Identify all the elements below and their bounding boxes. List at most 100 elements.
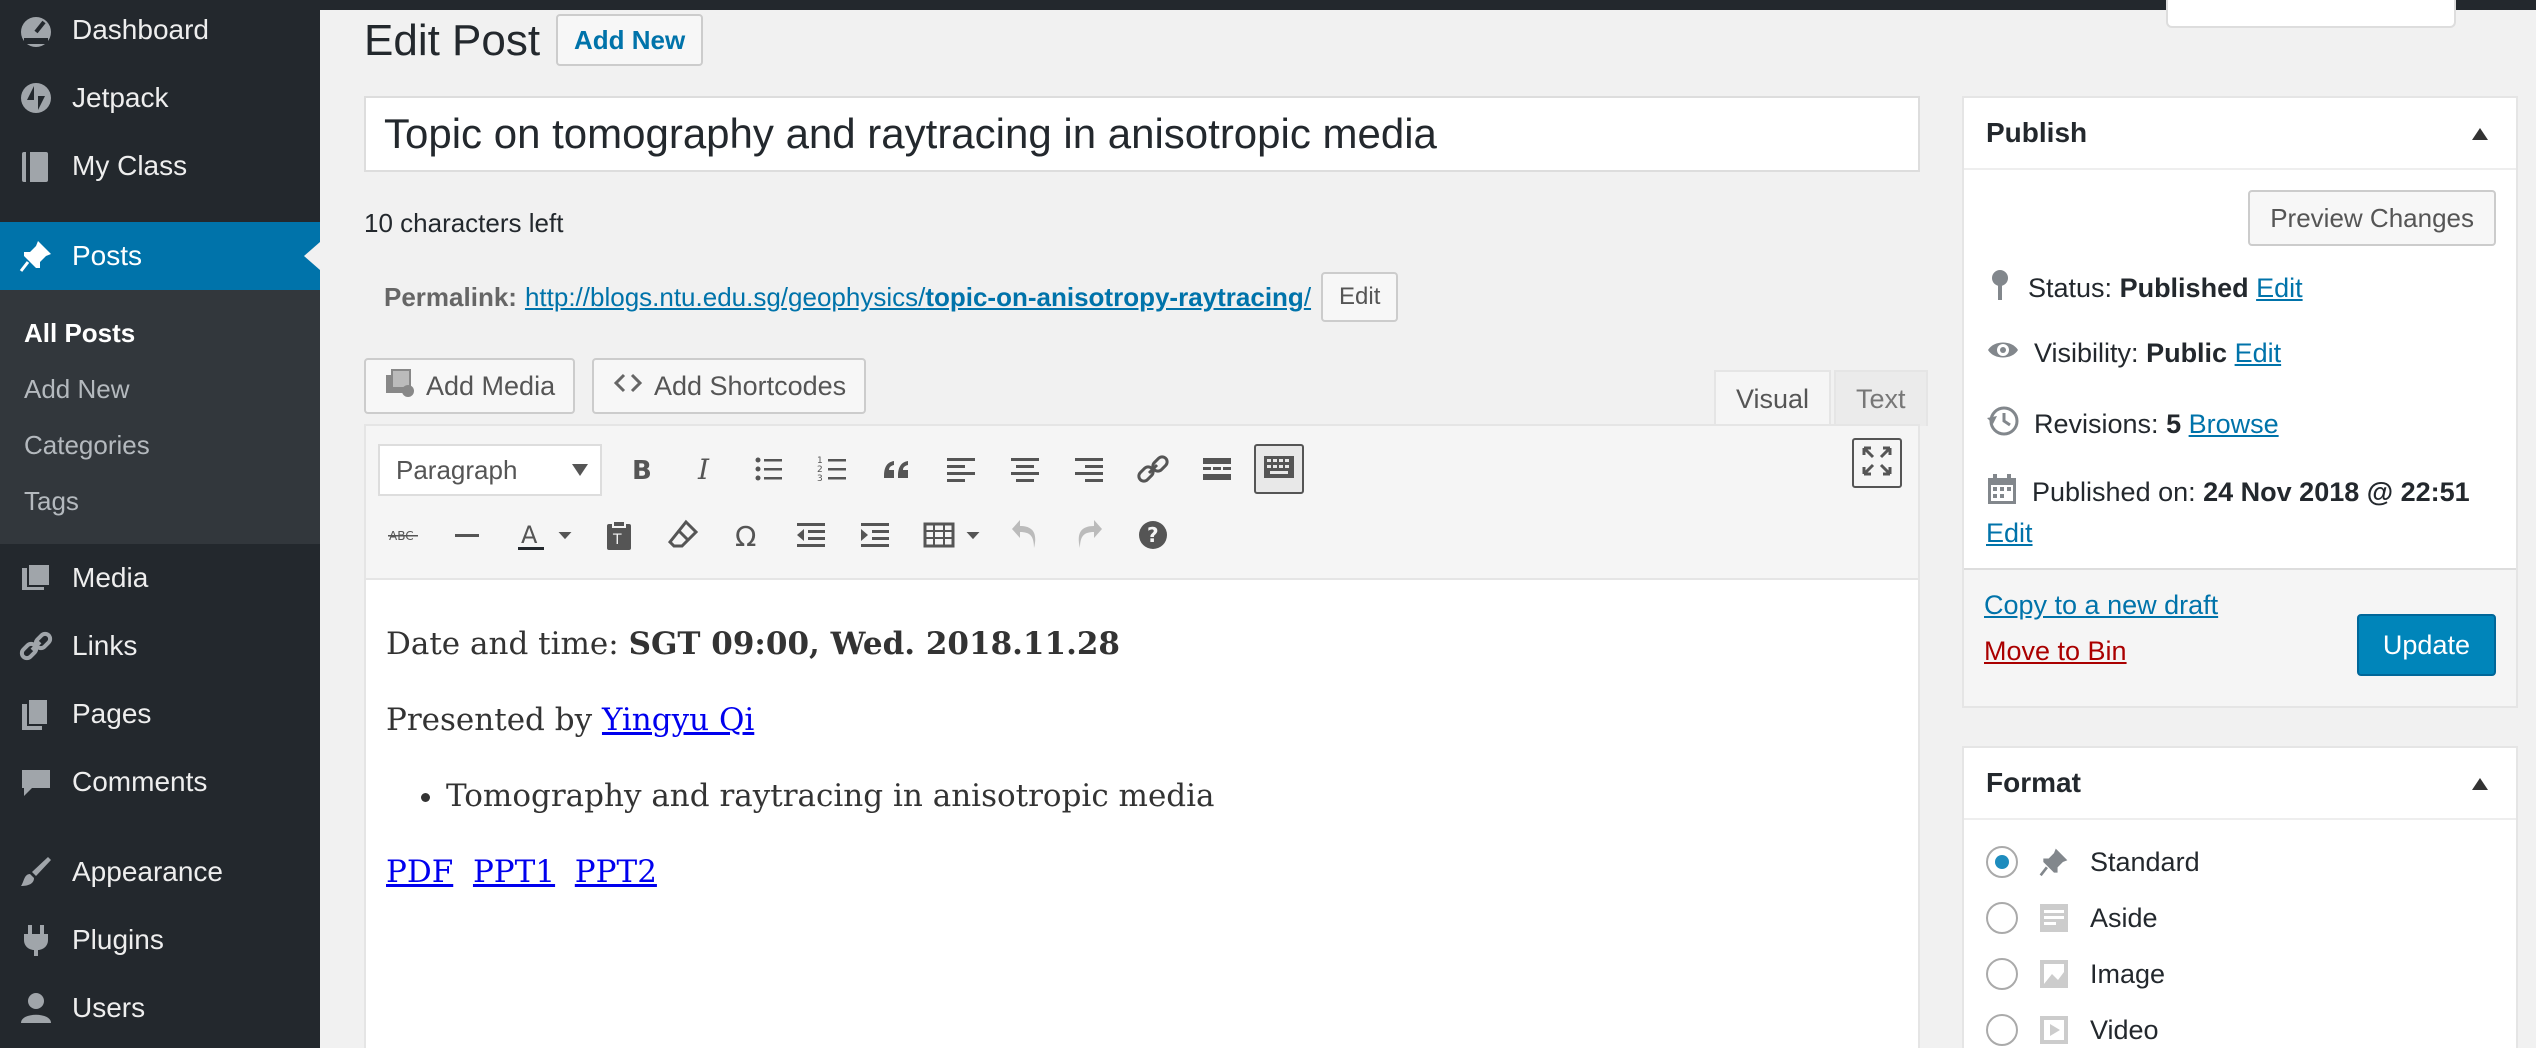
submenu-tags[interactable]: Tags bbox=[24, 486, 79, 517]
format-option-image[interactable]: Image bbox=[1986, 956, 2165, 992]
special-character-button[interactable]: Ω bbox=[722, 512, 772, 562]
tab-visual[interactable]: Visual bbox=[1714, 370, 1832, 426]
visibility-edit-link[interactable]: Edit bbox=[2235, 338, 2282, 368]
svg-text:I: I bbox=[697, 453, 710, 486]
format-option-video[interactable]: Video bbox=[1986, 1012, 2159, 1048]
menu-label: Comments bbox=[72, 766, 208, 797]
submenu-all-posts[interactable]: All Posts bbox=[24, 318, 135, 349]
move-to-bin-link[interactable]: Move to Bin bbox=[1984, 636, 2127, 667]
redo-button[interactable] bbox=[1064, 512, 1114, 562]
menu-posts[interactable]: Posts bbox=[0, 222, 320, 290]
svg-text:A: A bbox=[521, 521, 538, 549]
svg-text:T: T bbox=[612, 532, 622, 548]
copy-to-draft-link[interactable]: Copy to a new draft bbox=[1984, 590, 2218, 621]
menu-links[interactable]: Links bbox=[0, 612, 320, 680]
menu-dashboard[interactable]: Dashboard bbox=[0, 0, 320, 64]
menu-label: My Class bbox=[72, 150, 188, 181]
media-icon bbox=[16, 558, 56, 598]
post-title-input[interactable]: Topic on tomography and raytracing in an… bbox=[364, 96, 1920, 172]
add-shortcodes-button[interactable]: Add Shortcodes bbox=[592, 358, 867, 414]
add-new-post-button[interactable]: Add New bbox=[556, 14, 704, 66]
menu-media[interactable]: Media bbox=[0, 544, 320, 612]
ppt1-link[interactable]: PPT1 bbox=[473, 854, 555, 890]
table-dropdown[interactable] bbox=[958, 512, 988, 562]
content-presenter-paragraph: Presented by Yingyu Qi bbox=[386, 702, 1215, 738]
text-color-dropdown[interactable] bbox=[550, 512, 580, 562]
text-color-button[interactable]: A bbox=[506, 512, 556, 562]
ppt2-link[interactable]: PPT2 bbox=[575, 854, 657, 890]
strikethrough-button[interactable]: ABC bbox=[378, 512, 428, 562]
published-on-edit-link[interactable]: Edit bbox=[1986, 518, 2033, 549]
add-media-label: Add Media bbox=[426, 370, 556, 401]
italic-button[interactable]: I bbox=[680, 446, 730, 496]
format-panel: Format Standard Aside Image Video bbox=[1962, 746, 2518, 1048]
format-option-aside[interactable]: Aside bbox=[1986, 900, 2158, 936]
clipboard-icon: T bbox=[602, 518, 636, 557]
menu-jetpack[interactable]: Jetpack bbox=[0, 64, 320, 132]
numbered-list-button[interactable]: 123 bbox=[808, 446, 858, 496]
presenter-link[interactable]: Yingyu Qi bbox=[602, 702, 754, 738]
bullet-list-button[interactable] bbox=[744, 446, 794, 496]
format-panel-header[interactable]: Format bbox=[1964, 748, 2516, 820]
date-value: SGT 09:00, Wed. 2018.11.28 bbox=[628, 626, 1121, 662]
visibility-row: Visibility: Public Edit bbox=[1986, 336, 2281, 371]
collapse-arrow-icon[interactable] bbox=[2472, 128, 2488, 140]
undo-button[interactable] bbox=[1000, 512, 1050, 562]
align-center-button[interactable] bbox=[1000, 446, 1050, 496]
pdf-link[interactable]: PDF bbox=[386, 854, 453, 890]
fullscreen-button[interactable] bbox=[1852, 438, 1902, 488]
permalink-edit-button[interactable]: Edit bbox=[1321, 272, 1399, 322]
table-button[interactable] bbox=[914, 512, 964, 562]
status-edit-link[interactable]: Edit bbox=[2256, 273, 2303, 303]
calendar-icon bbox=[1986, 472, 2018, 513]
menu-my-class[interactable]: My Class bbox=[0, 132, 320, 200]
publish-panel-header[interactable]: Publish bbox=[1964, 98, 2516, 170]
toolbar-toggle-button[interactable] bbox=[1254, 444, 1304, 494]
menu-appearance[interactable]: Appearance bbox=[0, 838, 320, 906]
menu-plugins[interactable]: Plugins bbox=[0, 906, 320, 974]
format-select[interactable]: Paragraph bbox=[378, 444, 602, 496]
status-row: Status: Published Edit bbox=[1986, 268, 2303, 309]
horizontal-line-button[interactable] bbox=[442, 512, 492, 562]
help-button[interactable]: ? bbox=[1128, 512, 1178, 562]
revisions-value: 5 bbox=[2166, 409, 2182, 439]
align-left-button[interactable] bbox=[936, 446, 986, 496]
plugin-icon bbox=[16, 920, 56, 960]
format-option-label: Aside bbox=[2090, 902, 2158, 933]
tab-text[interactable]: Text bbox=[1834, 370, 1928, 426]
radio-aside[interactable] bbox=[1986, 902, 2018, 934]
paste-as-text-button[interactable]: T bbox=[594, 512, 644, 562]
bold-button[interactable]: B bbox=[616, 446, 666, 496]
add-media-button[interactable]: Add Media bbox=[364, 358, 576, 414]
update-button[interactable]: Update bbox=[2356, 614, 2496, 676]
revisions-browse-link[interactable]: Browse bbox=[2189, 409, 2279, 439]
outdent-button[interactable] bbox=[786, 512, 836, 562]
italic-icon: I bbox=[688, 452, 722, 491]
menu-pages[interactable]: Pages bbox=[0, 680, 320, 748]
screen-options-tab[interactable] bbox=[2166, 0, 2456, 28]
read-more-button[interactable] bbox=[1192, 446, 1242, 496]
align-right-button[interactable] bbox=[1064, 446, 1114, 496]
format-option-standard[interactable]: Standard bbox=[1986, 844, 2200, 880]
blockquote-button[interactable] bbox=[872, 446, 922, 496]
preview-changes-button[interactable]: Preview Changes bbox=[2248, 190, 2496, 246]
insert-link-button[interactable] bbox=[1128, 446, 1178, 496]
submenu-add-new[interactable]: Add New bbox=[24, 374, 130, 405]
radio-image[interactable] bbox=[1986, 958, 2018, 990]
radio-video[interactable] bbox=[1986, 1014, 2018, 1046]
radio-standard[interactable] bbox=[1986, 846, 2018, 878]
format-panel-title: Format bbox=[1986, 767, 2081, 798]
published-on-label: Published on: bbox=[2032, 477, 2196, 507]
clear-formatting-button[interactable] bbox=[658, 512, 708, 562]
format-option-label: Standard bbox=[2090, 846, 2200, 877]
indent-button[interactable] bbox=[850, 512, 900, 562]
content-bullet-list: Tomography and raytracing in anisotropic… bbox=[446, 778, 1215, 814]
submenu-categories[interactable]: Categories bbox=[24, 430, 150, 461]
presented-by-label: Presented by bbox=[386, 702, 602, 738]
menu-comments[interactable]: Comments bbox=[0, 748, 320, 816]
menu-users[interactable]: Users bbox=[0, 974, 320, 1042]
visibility-label: Visibility: bbox=[2034, 338, 2139, 368]
editor-content[interactable]: Date and time: SGT 09:00, Wed. 2018.11.2… bbox=[386, 626, 1215, 930]
permalink-link[interactable]: http://blogs.ntu.edu.sg/geophysics/topic… bbox=[525, 282, 1311, 313]
collapse-arrow-icon[interactable] bbox=[2472, 778, 2488, 790]
